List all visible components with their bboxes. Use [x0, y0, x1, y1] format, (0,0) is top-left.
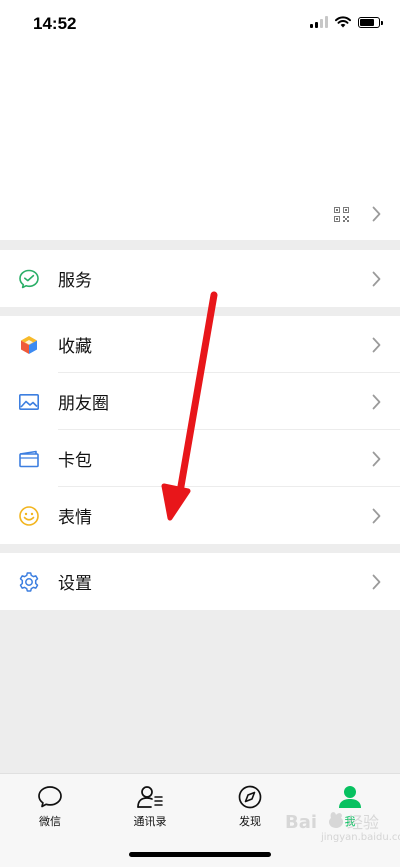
services-group: 服务 — [0, 250, 400, 307]
chevron-right-icon — [372, 394, 381, 409]
tab-chats[interactable]: 微信 — [10, 784, 90, 829]
menu-item-settings[interactable]: 设置 — [0, 553, 400, 610]
content-group: 收藏 朋友圈 卡包 表情 — [0, 316, 400, 544]
wifi-icon — [335, 16, 351, 28]
services-icon — [19, 269, 39, 288]
chevron-right-icon — [372, 574, 381, 589]
menu-item-moments[interactable]: 朋友圈 — [0, 373, 400, 430]
person-icon — [339, 786, 361, 808]
menu-label: 服务 — [58, 271, 92, 291]
menu-item-services[interactable]: 服务 — [0, 250, 400, 307]
chevron-right-icon — [372, 508, 381, 523]
gear-icon — [19, 571, 39, 592]
favorites-cube-icon — [21, 335, 37, 354]
status-time: 14:52 — [33, 14, 77, 33]
cellular-signal-icon — [310, 16, 328, 28]
menu-label: 收藏 — [58, 337, 92, 357]
smiley-icon — [19, 505, 39, 526]
menu-label: 卡包 — [58, 451, 92, 471]
chevron-right-icon — [372, 206, 381, 222]
home-indicator — [129, 852, 271, 857]
menu-item-favorites[interactable]: 收藏 — [0, 316, 400, 373]
tab-label: 通讯录 — [133, 815, 167, 828]
tab-label: 我 — [344, 815, 356, 828]
chat-bubble-icon — [38, 786, 62, 808]
menu-label: 表情 — [58, 508, 92, 528]
tab-contacts[interactable]: 通讯录 — [110, 784, 190, 829]
menu-label: 朋友圈 — [58, 394, 109, 414]
settings-group: 设置 — [0, 553, 400, 610]
status-icons — [310, 16, 383, 28]
tab-label: 发现 — [239, 815, 261, 828]
contacts-icon — [137, 786, 163, 808]
menu-item-cards[interactable]: 卡包 — [0, 430, 400, 487]
chevron-right-icon — [372, 337, 381, 352]
tab-label: 微信 — [39, 815, 61, 828]
card-wallet-icon — [19, 450, 39, 467]
compass-icon — [238, 785, 262, 809]
profile-header[interactable] — [0, 50, 400, 240]
tab-discover[interactable]: 发现 — [210, 784, 290, 829]
chevron-right-icon — [372, 271, 381, 286]
status-bar: 14:52 — [0, 0, 400, 50]
tab-me[interactable]: 我 — [310, 784, 390, 829]
menu-item-stickers[interactable]: 表情 — [0, 487, 400, 544]
chevron-right-icon — [372, 451, 381, 466]
battery-icon — [358, 16, 383, 28]
qr-code-icon[interactable] — [334, 207, 349, 222]
moments-picture-icon — [18, 393, 39, 410]
menu-label: 设置 — [58, 574, 92, 594]
